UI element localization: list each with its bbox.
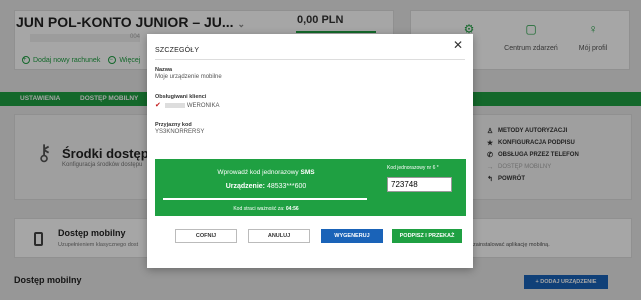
check-icon: ✔ xyxy=(155,102,161,109)
redacted-text xyxy=(164,102,185,108)
code-value: YS3KNORRERSY xyxy=(155,129,205,135)
name-value: Moje urządzenie mobilne xyxy=(155,74,222,80)
sms-prompt: Wprowadź kod jednorazowy SMS xyxy=(217,169,315,176)
sms-code-label: Kod jednorazowy nr 6 * xyxy=(387,165,439,171)
generate-button[interactable]: WYGENERUJ xyxy=(321,229,383,243)
clients-label: Obsługiwani klienci xyxy=(155,94,207,100)
sms-code-input[interactable] xyxy=(387,177,452,192)
countdown-text: Kod straci ważność za: 04:56 xyxy=(233,206,299,212)
back-button[interactable]: COFNIJ xyxy=(175,229,237,243)
modal-title: SZCZEGÓŁY xyxy=(155,47,200,54)
sign-and-send-button[interactable]: PODPISZ I PRZEKAŻ xyxy=(392,229,462,243)
code-label: Przyjazny kod xyxy=(155,122,192,128)
name-label: Nazwa xyxy=(155,67,173,73)
close-icon[interactable]: ✕ xyxy=(453,38,463,52)
details-modal: SZCZEGÓŁY ✕ Nazwa Moje urządzenie mobiln… xyxy=(147,34,473,268)
divider xyxy=(155,59,465,60)
sms-device: Urządzenie: 48533***600 xyxy=(225,183,307,190)
countdown-bar xyxy=(163,198,367,200)
client-row: ✔ WERONIKA xyxy=(155,102,220,109)
cancel-button[interactable]: ANULUJ xyxy=(248,229,310,243)
sms-panel: Wprowadź kod jednorazowy SMS Urządzenie:… xyxy=(155,159,466,216)
